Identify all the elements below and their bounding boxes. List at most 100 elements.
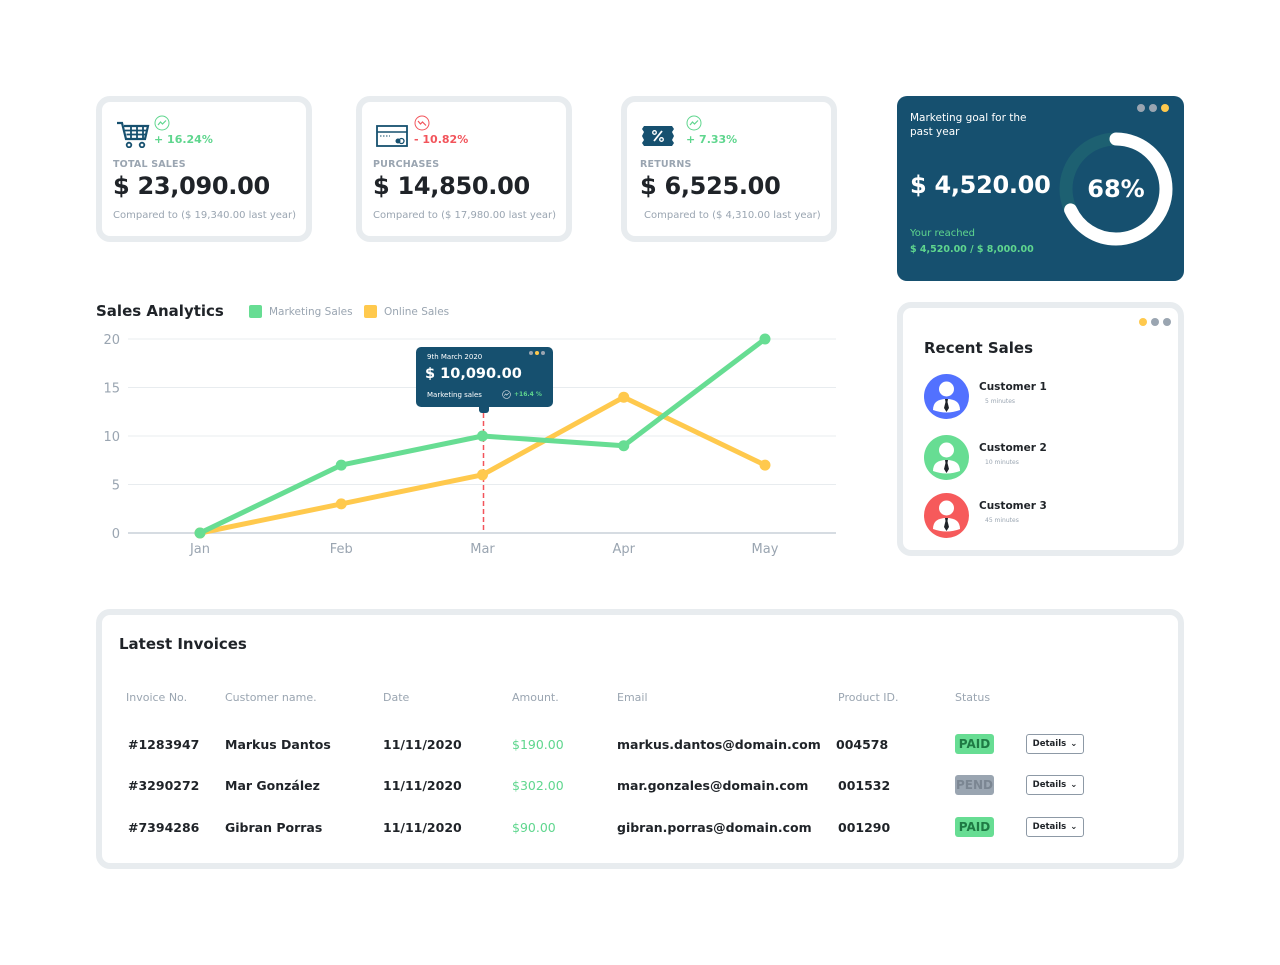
customer-name: Customer 2 <box>979 442 1047 454</box>
invoice-number: #7394286 <box>128 820 200 835</box>
stat-compare: Compared to ($ 4,310.00 last year) <box>644 210 821 221</box>
stat-value: $ 14,850.00 <box>373 172 530 200</box>
customer-time: 45 minutes <box>985 517 1019 524</box>
customer-item[interactable]: Customer 2 10 minutes <box>924 435 1047 480</box>
invoice-amount: $302.00 <box>512 778 564 793</box>
card-menu-dots[interactable] <box>1139 318 1171 326</box>
person-icon <box>933 500 960 532</box>
x-tick-label: Mar <box>470 542 495 557</box>
legend-swatch <box>364 305 377 318</box>
avatar <box>924 493 969 538</box>
column-header: Date <box>383 691 410 704</box>
product-id: 001290 <box>838 820 891 835</box>
customer-name: Customer 3 <box>979 500 1047 512</box>
chevron-down-icon: ⌄ <box>1070 739 1078 749</box>
stat-card-purchases: - 10.82% PURCHASES $ 14,850.00 Compared … <box>356 96 572 242</box>
customer-name: Mar González <box>225 778 320 793</box>
y-tick-label: 0 <box>112 527 120 542</box>
invoice-email: gibran.porras@domain.com <box>617 820 812 835</box>
stat-card-returns: + 7.33% RETURNS $ 6,525.00 Compared to (… <box>621 96 837 242</box>
recent-sales-card: Recent Sales Customer 1 5 minutes Custom… <box>897 302 1184 556</box>
stat-label: PURCHASES <box>373 159 440 170</box>
trend-down-icon <box>414 115 430 131</box>
customer-item[interactable]: Customer 3 45 minutes <box>924 493 1047 538</box>
invoice-date: 11/11/2020 <box>383 737 462 752</box>
coupon-icon <box>642 126 674 146</box>
invoices-title: Latest Invoices <box>119 635 247 653</box>
goal-title: Marketing goal for the past year <box>910 112 1027 138</box>
goal-percent: 68% <box>1087 175 1145 203</box>
trend-up-icon <box>154 115 170 131</box>
customer-name: Markus Dantos <box>225 737 331 752</box>
tooltip-label: Marketing sales <box>427 391 482 399</box>
status-badge: PAID <box>955 734 994 754</box>
shopping-cart-icon <box>117 121 150 148</box>
dot-icon <box>1137 104 1145 112</box>
customer-item[interactable]: Customer 1 5 minutes <box>924 374 1047 419</box>
data-point <box>477 469 488 481</box>
card-menu-dots[interactable] <box>1137 104 1169 112</box>
x-tick-label: May <box>752 542 779 557</box>
tooltip-value: $ 10,090.00 <box>425 366 522 382</box>
dot-icon <box>1139 318 1147 326</box>
customer-name: Customer 1 <box>979 381 1047 393</box>
x-tick-label: Jan <box>189 542 210 557</box>
invoice-email: markus.dantos@domain.com <box>617 737 821 752</box>
person-icon <box>933 381 960 413</box>
table-row: #3290272 Mar González 11/11/2020 $302.00… <box>102 773 1178 797</box>
series-line-online-sales <box>197 394 768 536</box>
stat-compare: Compared to ($ 17,980.00 last year) <box>373 210 557 221</box>
status-badge: PEND <box>955 775 994 795</box>
data-point <box>477 430 488 442</box>
chevron-down-icon: ⌄ <box>1070 780 1078 790</box>
status-badge: PAID <box>955 817 994 837</box>
stat-label: TOTAL SALES <box>113 159 186 170</box>
invoice-number: #3290272 <box>128 778 200 793</box>
invoice-number: #1283947 <box>128 737 200 752</box>
y-tick-label: 15 <box>103 382 120 397</box>
chart-title: Sales Analytics <box>96 302 224 320</box>
dot-icon <box>541 351 545 355</box>
recent-sales-title: Recent Sales <box>924 339 1034 357</box>
invoice-email: mar.gonzales@domain.com <box>617 778 809 793</box>
invoice-amount: $90.00 <box>512 820 556 835</box>
column-header: Product ID. <box>838 691 899 704</box>
change-percent: + 16.24% <box>154 133 213 146</box>
stat-value: $ 23,090.00 <box>113 172 270 200</box>
chart-tooltip: 9th March 2020 $ 10,090.00 Marketing sal… <box>416 347 553 413</box>
column-header: Invoice No. <box>126 691 188 704</box>
dot-icon <box>1161 104 1169 112</box>
data-point <box>194 527 206 539</box>
dot-icon <box>1151 318 1159 326</box>
product-id: 001532 <box>838 778 891 793</box>
avatar <box>924 374 969 419</box>
data-point <box>618 440 630 452</box>
avatar <box>924 435 969 480</box>
data-point <box>759 459 771 471</box>
stat-value: $ 6,525.00 <box>640 172 781 200</box>
details-button[interactable]: Details ⌄ <box>1026 775 1084 795</box>
latest-invoices-card: Latest Invoices Invoice No. Customer nam… <box>96 609 1184 869</box>
x-tick-label: Apr <box>613 542 636 557</box>
legend-online-sales[interactable]: Online Sales <box>364 305 449 318</box>
stat-card-total-sales: + 16.24% TOTAL SALES $ 23,090.00 Compare… <box>96 96 312 242</box>
credit-card-icon <box>376 125 408 147</box>
details-button[interactable]: Details ⌄ <box>1026 817 1084 837</box>
goal-value: $ 4,520.00 <box>910 171 1051 199</box>
y-tick-label: 20 <box>103 333 120 348</box>
data-point <box>335 498 347 510</box>
column-header: Email <box>617 691 648 704</box>
details-button[interactable]: Details ⌄ <box>1026 734 1084 754</box>
x-tick-label: Feb <box>330 542 353 557</box>
column-header: Amount. <box>512 691 559 704</box>
legend-swatch <box>249 305 262 318</box>
details-label: Details <box>1032 739 1067 749</box>
customer-time: 5 minutes <box>985 398 1016 405</box>
tooltip-date: 9th March 2020 <box>427 353 483 361</box>
change-percent: + 7.33% <box>686 133 738 146</box>
y-tick-label: 5 <box>112 479 120 494</box>
goal-reached-value: $ 4,520.00 / $ 8,000.00 <box>910 244 1034 255</box>
legend-marketing-sales[interactable]: Marketing Sales <box>249 305 353 318</box>
chevron-down-icon: ⌄ <box>1070 822 1078 832</box>
invoice-date: 11/11/2020 <box>383 820 462 835</box>
